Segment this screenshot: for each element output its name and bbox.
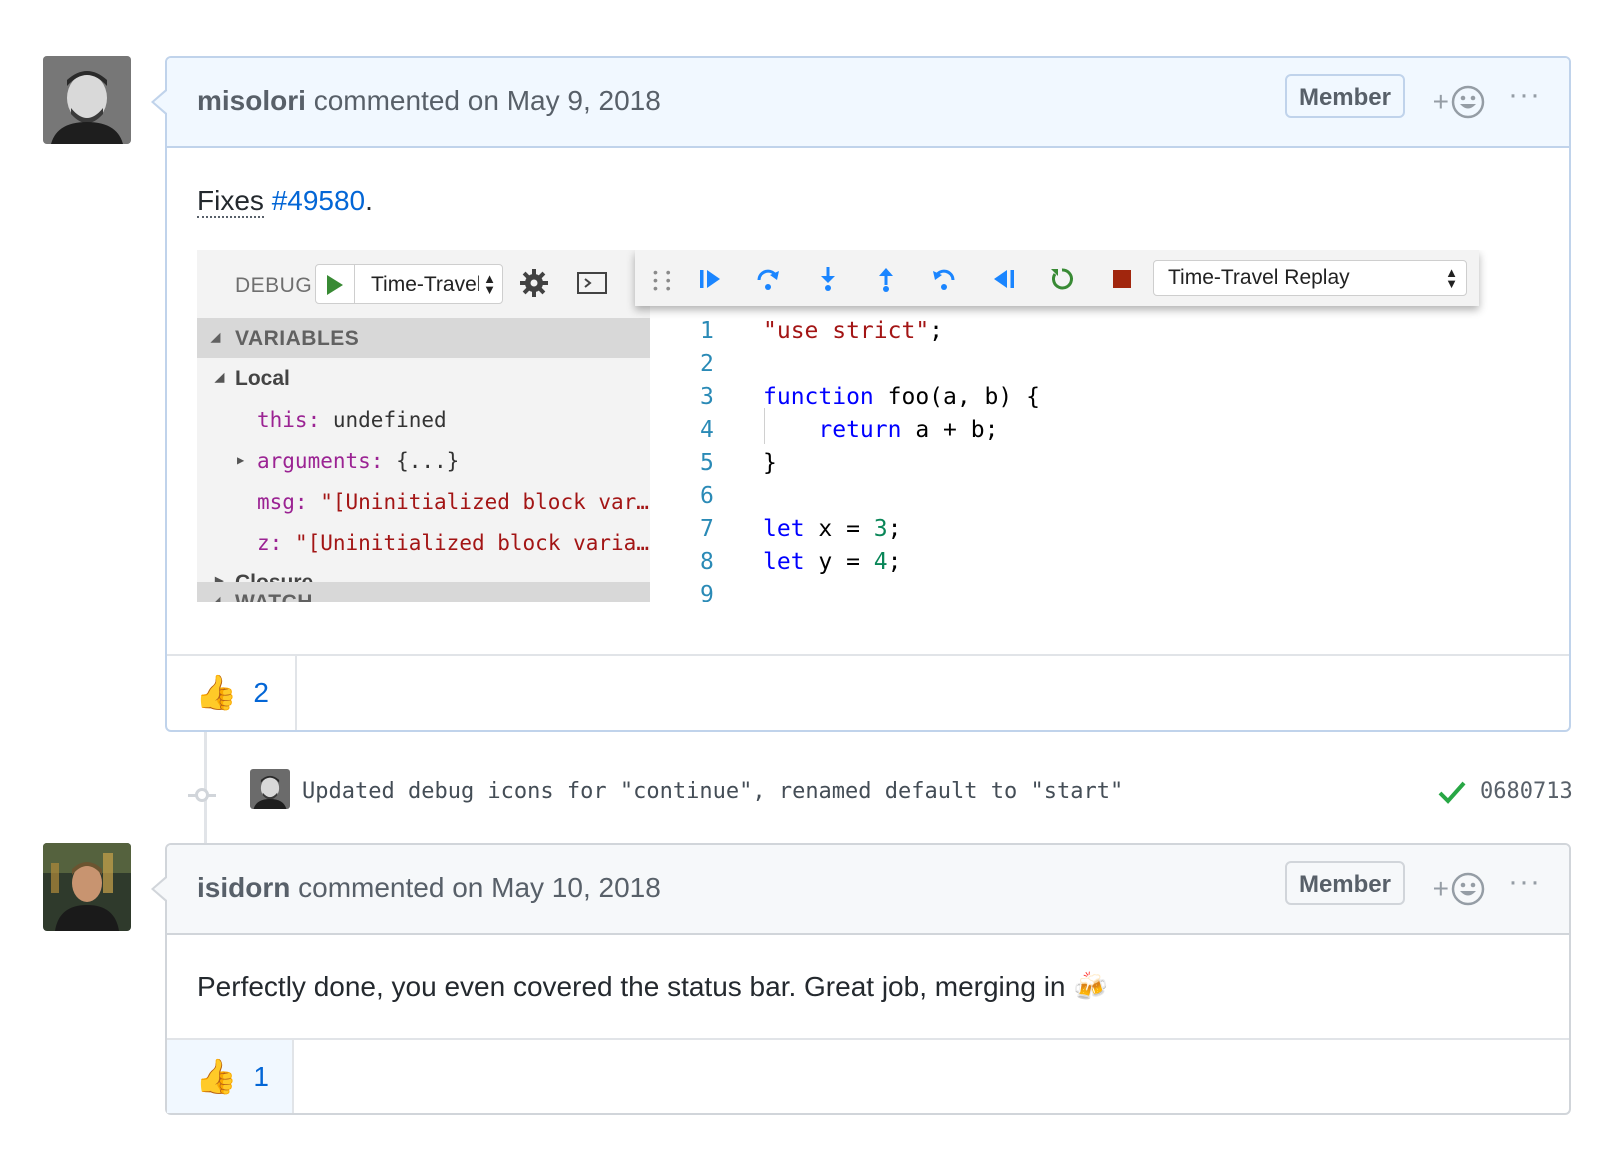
variables-section-header[interactable]: ◢ VARIABLES <box>197 318 650 358</box>
variable-row[interactable]: ▶ arguments: {...} <box>197 441 650 481</box>
step-out-icon[interactable] <box>873 266 899 292</box>
thumbs-up-icon: 👍 <box>195 1057 238 1096</box>
comment-meta[interactable]: commented on May 9, 2018 <box>314 85 661 116</box>
restart-icon[interactable] <box>1049 266 1075 292</box>
debug-config-select-floating[interactable]: Time-Travel Replay ▲ ▼ <box>1153 260 1467 296</box>
terminal-icon[interactable] <box>577 272 607 299</box>
comment-author[interactable]: misolori <box>197 85 306 116</box>
add-reaction-button[interactable]: + <box>1433 869 1485 909</box>
debug-floating-toolbar: • • • • • • Time-Travel Replay ▲ ▼ <box>635 250 1479 306</box>
comment-body: Perfectly done, you even covered the sta… <box>167 935 1569 1039</box>
variable-row[interactable]: this: undefined <box>197 400 650 440</box>
reaction-count: 2 <box>253 677 269 708</box>
debug-label: DEBUG <box>235 274 313 297</box>
indent-guide <box>764 408 765 444</box>
stop-icon[interactable] <box>1109 266 1135 292</box>
reaction-thumbs-up[interactable]: 👍 1 <box>167 1040 294 1113</box>
reactions-bar: 👍 1 <box>167 1038 1569 1113</box>
member-badge: Member <box>1284 74 1405 118</box>
step-back-icon[interactable] <box>931 266 957 292</box>
reverse-continue-icon[interactable] <box>991 266 1017 292</box>
comment-text: Fixes #49580. <box>197 185 373 218</box>
comment-misolori: misolori commented on May 9, 2018 Member… <box>151 56 1571 732</box>
comment-meta[interactable]: commented on May 10, 2018 <box>298 872 661 903</box>
comment-author[interactable]: isidorn <box>197 872 290 903</box>
check-icon[interactable] <box>1438 780 1466 809</box>
comment-isidorn: isidorn commented on May 10, 2018 Member… <box>151 843 1571 1115</box>
reaction-thumbs-up[interactable]: 👍 2 <box>167 656 297 730</box>
smiley-icon <box>1451 872 1485 906</box>
smiley-icon <box>1451 85 1485 119</box>
variable-row[interactable]: z: "[Uninitialized block varia… <box>197 523 650 563</box>
commit-avatar[interactable] <box>250 769 290 809</box>
issue-link[interactable]: #49580 <box>272 185 365 216</box>
watch-section-header[interactable]: ◢WATCH <box>197 582 650 602</box>
gear-icon[interactable] <box>519 268 549 303</box>
comment-header: isidorn commented on May 10, 2018 Member… <box>151 845 1569 935</box>
scope-local[interactable]: ◢ Local <box>197 358 650 398</box>
thumbs-up-icon: 👍 <box>195 674 238 712</box>
commit-sha[interactable]: 0680713 <box>1480 779 1573 804</box>
variable-row[interactable]: msg: "[Uninitialized block var… <box>197 482 650 522</box>
reaction-count: 1 <box>253 1060 269 1092</box>
commit-dot-icon <box>195 788 209 802</box>
debug-screenshot: DEBUG Time-Travel ▲ ▼ ◢ VARIABLES ◢ Loca… <box>197 250 1517 602</box>
drag-handle-icon[interactable]: • • • • • • <box>653 265 673 295</box>
step-into-icon[interactable] <box>815 266 841 292</box>
comment-title: misolori commented on May 9, 2018 <box>197 85 661 117</box>
member-badge: Member <box>1284 861 1405 905</box>
debug-toolbar: DEBUG Time-Travel ▲ ▼ <box>197 250 650 318</box>
comment-body: Fixes #49580. DEBUG Time-Travel ▲ ▼ ◢ VA… <box>167 148 1569 638</box>
avatar-isidorn[interactable] <box>43 843 131 931</box>
kebab-icon[interactable]: ··· <box>1508 865 1541 899</box>
step-over-icon[interactable] <box>755 266 781 292</box>
debug-config-select[interactable]: Time-Travel ▲ ▼ <box>315 264 503 304</box>
select-arrows-icon: ▲ ▼ <box>483 271 496 297</box>
reactions-bar: 👍 2 <box>167 654 1569 730</box>
avatar-misolori[interactable] <box>43 56 131 144</box>
beers-icon: 🍻 <box>1073 971 1109 1002</box>
comment-header: misolori commented on May 9, 2018 Member… <box>151 58 1569 148</box>
continue-icon[interactable] <box>697 266 723 292</box>
debug-sidebar: DEBUG Time-Travel ▲ ▼ ◢ VARIABLES ◢ Loca… <box>197 250 650 602</box>
select-arrows-icon: ▲ ▼ <box>1445 265 1458 291</box>
kebab-icon[interactable]: ··· <box>1508 78 1541 112</box>
comment-text: Perfectly done, you even covered the sta… <box>197 971 1109 1002</box>
comment-title: isidorn commented on May 10, 2018 <box>197 872 661 904</box>
commit-message[interactable]: Updated debug icons for "continue", rena… <box>302 779 1123 804</box>
play-icon[interactable] <box>316 265 355 303</box>
add-reaction-button[interactable]: + <box>1433 82 1485 122</box>
